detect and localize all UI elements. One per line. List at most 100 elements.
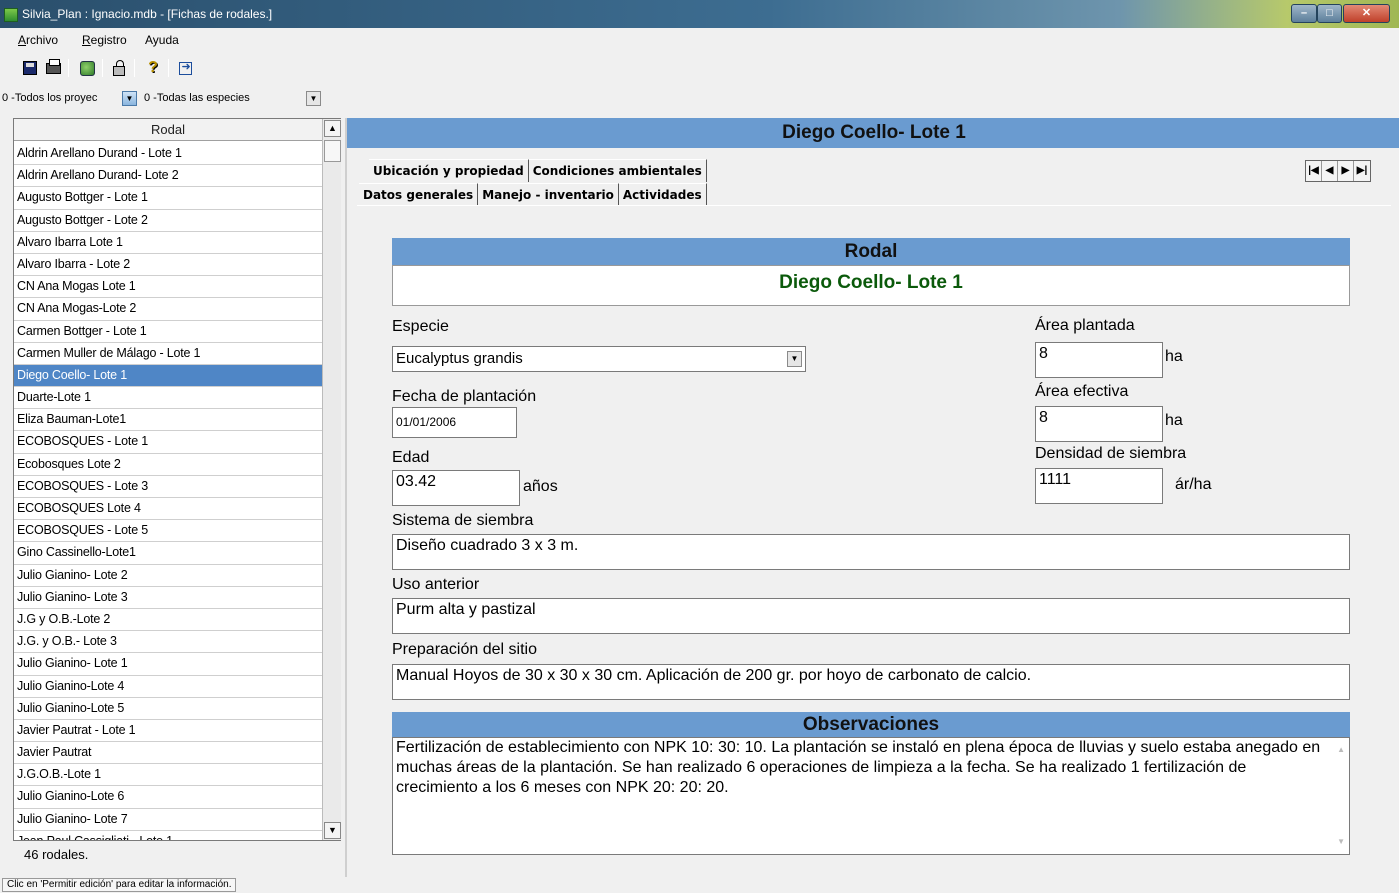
observaciones-header: Observaciones <box>392 712 1350 737</box>
list-item[interactable]: ECOBOSQUES - Lote 1 <box>14 431 322 454</box>
list-scrollbar[interactable]: ▲ ▼ <box>322 119 341 840</box>
tools-button[interactable] <box>77 58 97 78</box>
toolbar-separator <box>68 59 69 77</box>
menu-archivo[interactable]: Archivo <box>18 33 58 47</box>
scroll-down-arrow[interactable]: ▼ <box>324 822 341 839</box>
edad-input[interactable]: 03.42 <box>392 470 520 506</box>
lock-icon <box>113 59 125 76</box>
scroll-thumb[interactable] <box>324 140 341 162</box>
sistema-input[interactable]: Diseño cuadrado 3 x 3 m. <box>392 534 1350 570</box>
especie-select[interactable]: Eucalyptus grandis ▼ <box>392 346 806 372</box>
save-icon <box>23 61 37 75</box>
species-filter-select[interactable]: 0 -Todas las especies ▼ <box>142 89 326 108</box>
chevron-down-icon[interactable]: ▼ <box>306 91 321 106</box>
list-item[interactable]: ECOBOSQUES Lote 4 <box>14 498 322 521</box>
tab-manejo-inventario[interactable]: Manejo - inventario <box>478 183 619 206</box>
chevron-down-icon[interactable]: ▼ <box>787 351 802 367</box>
list-item[interactable]: Julio Gianino-Lote 4 <box>14 676 322 698</box>
help-icon: ? <box>148 59 158 76</box>
window-title: Silvia_Plan : Ignacio.mdb - [Fichas de r… <box>22 7 273 21</box>
tabs-row-2: Datos generales Manejo - inventario Acti… <box>359 183 707 206</box>
rodal-count: 46 rodales. <box>24 847 89 862</box>
rodal-list-header[interactable]: Rodal <box>14 119 322 141</box>
area-efectiva-input[interactable]: 8 <box>1035 406 1163 442</box>
list-item[interactable]: Augusto Bottger - Lote 1 <box>14 187 322 210</box>
toolbar-separator <box>134 59 135 77</box>
list-item[interactable]: Julio Gianino- Lote 7 <box>14 809 322 831</box>
tab-datos-generales[interactable]: Datos generales <box>359 183 479 206</box>
title-bar[interactable]: Silvia_Plan : Ignacio.mdb - [Fichas de r… <box>0 0 1399 28</box>
list-item[interactable]: CN Ana Mogas Lote 1 <box>14 276 322 299</box>
tab-condiciones[interactable]: Condiciones ambientales <box>528 159 707 182</box>
list-item[interactable]: Duarte-Lote 1 <box>14 387 322 410</box>
list-item[interactable]: Aldrin Arellano Durand- Lote 2 <box>14 165 322 188</box>
project-filter-value: 0 -Todos los proyec <box>2 92 98 104</box>
preparacion-label: Preparación del sitio <box>392 641 537 658</box>
list-item[interactable]: Carmen Bottger - Lote 1 <box>14 321 322 343</box>
app-icon[interactable] <box>4 8 18 22</box>
list-item[interactable]: Javier Pautrat <box>14 742 322 765</box>
status-bar: Clic en 'Permitir edición' para editar l… <box>0 877 1399 893</box>
minimize-button[interactable]: – <box>1291 4 1317 23</box>
list-item[interactable]: CN Ana Mogas-Lote 2 <box>14 298 322 321</box>
densidad-unit: ár/ha <box>1175 476 1212 493</box>
chevron-down-icon[interactable]: ▼ <box>122 91 137 106</box>
list-item[interactable]: ECOBOSQUES - Lote 5 <box>14 520 322 543</box>
scroll-up-arrow[interactable]: ▲ <box>324 120 341 137</box>
list-item[interactable]: Julio Gianino- Lote 1 <box>14 653 322 676</box>
list-item[interactable]: Alvaro Ibarra Lote 1 <box>14 232 322 254</box>
observaciones-textarea[interactable]: Fertilización de establecimiento con NPK… <box>392 737 1350 855</box>
list-item[interactable]: Julio Gianino- Lote 2 <box>14 565 322 587</box>
area-plantada-unit: ha <box>1165 348 1183 365</box>
tabs-row-1: Ubicación y propiedad Condiciones ambien… <box>369 159 707 182</box>
preparacion-input[interactable]: Manual Hoyos de 30 x 30 x 30 cm. Aplicac… <box>392 664 1350 700</box>
densidad-input[interactable]: 1111 <box>1035 468 1163 504</box>
first-record-button[interactable]: |◀ <box>1306 161 1322 181</box>
menu-ayuda[interactable]: Ayuda <box>145 33 179 47</box>
menu-registro[interactable]: Registro <box>82 33 127 47</box>
area-plantada-input[interactable]: 8 <box>1035 342 1163 378</box>
toolbar-separator <box>168 59 169 77</box>
record-panel: Diego Coello- Lote 1 Ubicación y propied… <box>345 118 1399 877</box>
print-button[interactable] <box>43 58 63 78</box>
maximize-button[interactable]: □ <box>1317 4 1342 23</box>
prev-record-button[interactable]: ◀ <box>1322 161 1338 181</box>
tab-actividades[interactable]: Actividades <box>618 183 707 206</box>
list-item[interactable]: Javier Pautrat - Lote 1 <box>14 720 322 743</box>
list-item[interactable]: Alvaro Ibarra - Lote 2 <box>14 254 322 277</box>
list-item[interactable]: J.G.O.B.-Lote 1 <box>14 764 322 787</box>
fecha-input[interactable]: 01/01/2006 <box>392 407 517 438</box>
list-item[interactable]: Diego Coello- Lote 1 <box>14 364 322 388</box>
help-button[interactable]: ? <box>143 58 163 78</box>
tab-ubicacion[interactable]: Ubicación y propiedad <box>369 159 529 182</box>
list-item[interactable]: Augusto Bottger - Lote 2 <box>14 210 322 232</box>
rodal-box-header: Rodal <box>392 238 1350 265</box>
exit-button[interactable] <box>175 58 195 78</box>
list-item[interactable]: Julio Gianino- Lote 3 <box>14 587 322 609</box>
list-item[interactable]: Gino Cassinello-Lote1 <box>14 542 322 565</box>
uso-input[interactable]: Purm alta y pastizal <box>392 598 1350 634</box>
rodal-list[interactable]: Rodal Aldrin Arellano Durand - Lote 1 Ald… <box>13 118 341 841</box>
observaciones-text: Fertilización de establecimiento con NPK… <box>396 739 1321 796</box>
list-item[interactable]: J.G y O.B.-Lote 2 <box>14 609 322 632</box>
list-item[interactable]: Julio Gianino-Lote 5 <box>14 698 322 720</box>
scroll-up-arrow[interactable]: ▲ <box>1337 740 1345 760</box>
list-item[interactable]: Carmen Muller de Málago - Lote 1 <box>14 343 322 365</box>
list-item[interactable]: Aldrin Arellano Durand - Lote 1 <box>14 143 322 166</box>
list-item[interactable]: J.G. y O.B.- Lote 3 <box>14 631 322 654</box>
next-record-button[interactable]: ▶ <box>1338 161 1354 181</box>
print-icon <box>45 58 61 74</box>
save-button[interactable] <box>20 58 40 78</box>
list-item[interactable]: Ecobosques Lote 2 <box>14 454 322 476</box>
list-item[interactable]: Julio Gianino-Lote 6 <box>14 786 322 809</box>
lock-button[interactable] <box>109 58 129 78</box>
project-filter-select[interactable]: 0 -Todos los proyec ▼ <box>0 89 138 108</box>
list-item[interactable]: ECOBOSQUES - Lote 3 <box>14 476 322 498</box>
area-plantada-label: Área plantada <box>1035 317 1135 334</box>
menu-bar: Archivo Registro Ayuda <box>0 28 1399 52</box>
last-record-button[interactable]: ▶| <box>1354 161 1370 181</box>
list-item[interactable]: Eliza Bauman-Lote1 <box>14 409 322 432</box>
close-button[interactable]: ✕ <box>1343 4 1390 23</box>
scroll-down-arrow[interactable]: ▼ <box>1337 832 1345 852</box>
list-item[interactable]: Jean Paul Cassigliati - Lote 1 <box>14 831 322 840</box>
